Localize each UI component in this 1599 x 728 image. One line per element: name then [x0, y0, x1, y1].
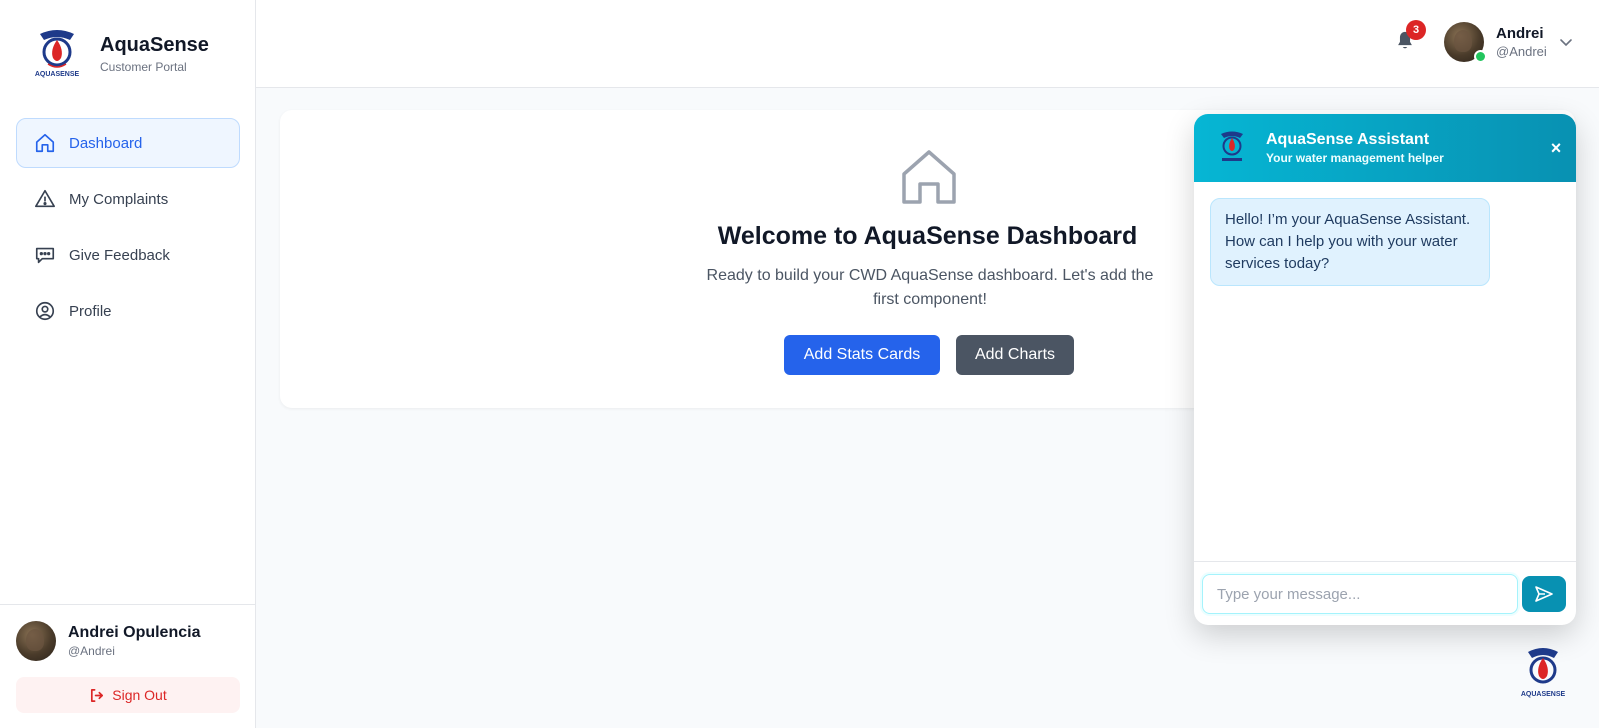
aquasense-logo: [1221, 131, 1243, 161]
warning-icon: [33, 187, 57, 211]
sign-out-button[interactable]: Sign Out: [16, 677, 240, 713]
sidebar-user: Andrei Opulencia @Andrei: [16, 621, 200, 661]
aquasense-logo: AQUASENSE: [35, 30, 80, 78]
chat-bubble-icon: [33, 243, 57, 267]
sidebar-nav: Dashboard My Complaints Give Feedback Pr…: [16, 118, 240, 342]
chat-message-input[interactable]: [1202, 574, 1518, 614]
sidebar-item-my-complaints[interactable]: My Complaints: [16, 174, 240, 224]
welcome-description: Ready to build your CWD AquaSense dashbo…: [706, 267, 1154, 308]
chevron-down-icon: [1559, 39, 1572, 47]
user-menu[interactable]: Andrei @Andrei: [1444, 22, 1575, 63]
assistant-message: Hello! I’m your AquaSense Assistant. How…: [1210, 198, 1490, 286]
send-button[interactable]: [1522, 576, 1566, 612]
add-charts-button[interactable]: Add Charts: [956, 335, 1074, 375]
sidebar-item-label: Dashboard: [69, 134, 143, 152]
avatar: [16, 621, 56, 661]
brand-title: AquaSense: [100, 34, 209, 56]
chat-title: AquaSense Assistant: [1266, 131, 1430, 148]
sidebar-item-label: My Complaints: [69, 190, 169, 208]
sidebar-item-give-feedback[interactable]: Give Feedback: [16, 230, 240, 280]
sidebar-item-label: Profile: [69, 302, 112, 320]
close-icon[interactable]: ×: [1546, 138, 1566, 158]
user-name: Andrei Opulencia: [68, 624, 201, 641]
send-icon: [1535, 586, 1553, 602]
chat-launcher-button[interactable]: AQUASENSE: [1520, 646, 1566, 702]
sidebar-item-label: Give Feedback: [69, 246, 170, 264]
user-handle: @Andrei: [68, 644, 115, 658]
logo-text: AQUASENSE: [1521, 691, 1566, 698]
home-icon: [33, 131, 57, 155]
top-user-handle: @Andrei: [1496, 44, 1547, 59]
sidebar-item-profile[interactable]: Profile: [16, 286, 240, 336]
chat-subtitle: Your water management helper: [1266, 151, 1444, 165]
topbar: 3 Andrei @Andrei: [256, 0, 1599, 88]
chat-input-bar: [1194, 561, 1576, 625]
sign-out-icon: [91, 688, 104, 702]
sidebar-user-section: Andrei Opulencia @Andrei Sign Out: [0, 604, 256, 728]
add-stats-cards-button[interactable]: Add Stats Cards: [784, 335, 940, 375]
aquasense-logo: AQUASENSE: [1521, 648, 1566, 698]
sidebar: AQUASENSE AquaSense Customer Portal Dash…: [0, 0, 256, 728]
home-icon: [902, 150, 956, 204]
notification-badge: 3: [1406, 20, 1426, 40]
logo-text: AQUASENSE: [35, 71, 80, 78]
chat-assistant-panel: AquaSense Assistant Your water managemen…: [1194, 114, 1576, 625]
online-status-dot: [1474, 50, 1487, 63]
brand-subtitle: Customer Portal: [100, 60, 187, 74]
chat-header: AquaSense Assistant Your water managemen…: [1194, 114, 1576, 182]
sidebar-item-dashboard[interactable]: Dashboard: [16, 118, 240, 168]
top-user-name: Andrei: [1496, 25, 1544, 42]
sign-out-label: Sign Out: [112, 687, 167, 703]
user-circle-icon: [33, 299, 57, 323]
brand[interactable]: AQUASENSE AquaSense Customer Portal: [32, 28, 209, 80]
